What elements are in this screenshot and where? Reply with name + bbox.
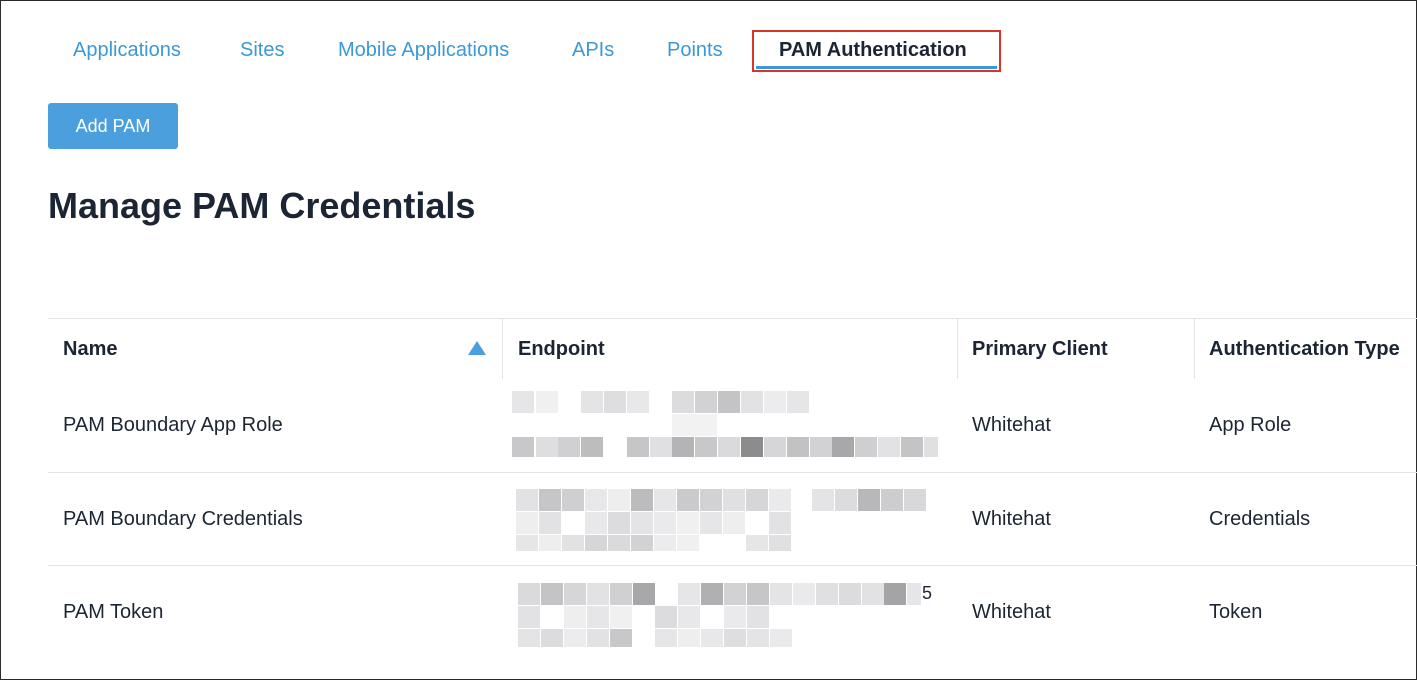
add-pam-button[interactable]: Add PAM [48, 103, 178, 149]
column-header-primary-client-label: Primary Client [972, 337, 1108, 360]
row-primary-client: Whitehat [972, 600, 1051, 623]
table-row[interactable]: PAM Boundary App Role Whitehat App Role [48, 379, 1417, 472]
table-header: Name Endpoint Primary Client Authenticat… [48, 318, 1417, 379]
sort-ascending-icon[interactable] [468, 341, 486, 355]
column-header-endpoint-label: Endpoint [518, 337, 605, 360]
endpoint-visible-suffix: 5 [922, 583, 933, 603]
redacted-endpoint [512, 473, 952, 565]
row-auth-type: Credentials [1209, 507, 1311, 530]
column-header-authentication-type[interactable]: Authentication Type [1194, 319, 1417, 379]
tab-points[interactable]: Points [667, 37, 723, 63]
table-row[interactable]: PAM Boundary Credentials Whitehat Creden… [48, 472, 1417, 565]
tab-applications[interactable]: Applications [73, 37, 181, 63]
row-primary-client: Whitehat [972, 507, 1051, 530]
redacted-endpoint [512, 379, 952, 472]
row-auth-type: App Role [1209, 414, 1292, 436]
redacted-endpoint: 5 [512, 566, 952, 658]
tab-pam-authentication[interactable]: PAM Authentication [779, 37, 967, 63]
column-header-primary-client[interactable]: Primary Client [957, 319, 1194, 379]
tab-bar: Applications Sites Mobile Applications A… [1, 1, 1416, 81]
column-header-name[interactable]: Name [48, 319, 502, 379]
row-primary-client: Whitehat [972, 414, 1051, 436]
page-title: Manage PAM Credentials [48, 185, 476, 226]
active-tab-underline [756, 66, 997, 69]
pam-credentials-table: Name Endpoint Primary Client Authenticat… [48, 318, 1417, 647]
table-row[interactable]: PAM Token 5 Whitehat Token [48, 565, 1417, 658]
row-name[interactable]: PAM Boundary Credentials [48, 473, 303, 565]
row-auth-type: Token [1209, 600, 1263, 623]
tab-sites[interactable]: Sites [240, 37, 284, 63]
app-frame: Applications Sites Mobile Applications A… [0, 0, 1417, 680]
tab-apis[interactable]: APIs [572, 37, 614, 63]
row-name[interactable]: PAM Boundary App Role [48, 379, 283, 472]
column-header-authentication-type-label: Authentication Type [1209, 337, 1400, 360]
row-name[interactable]: PAM Token [48, 566, 163, 658]
tab-mobile-applications[interactable]: Mobile Applications [338, 37, 509, 63]
column-header-name-label: Name [63, 337, 118, 360]
column-header-endpoint[interactable]: Endpoint [503, 319, 957, 379]
